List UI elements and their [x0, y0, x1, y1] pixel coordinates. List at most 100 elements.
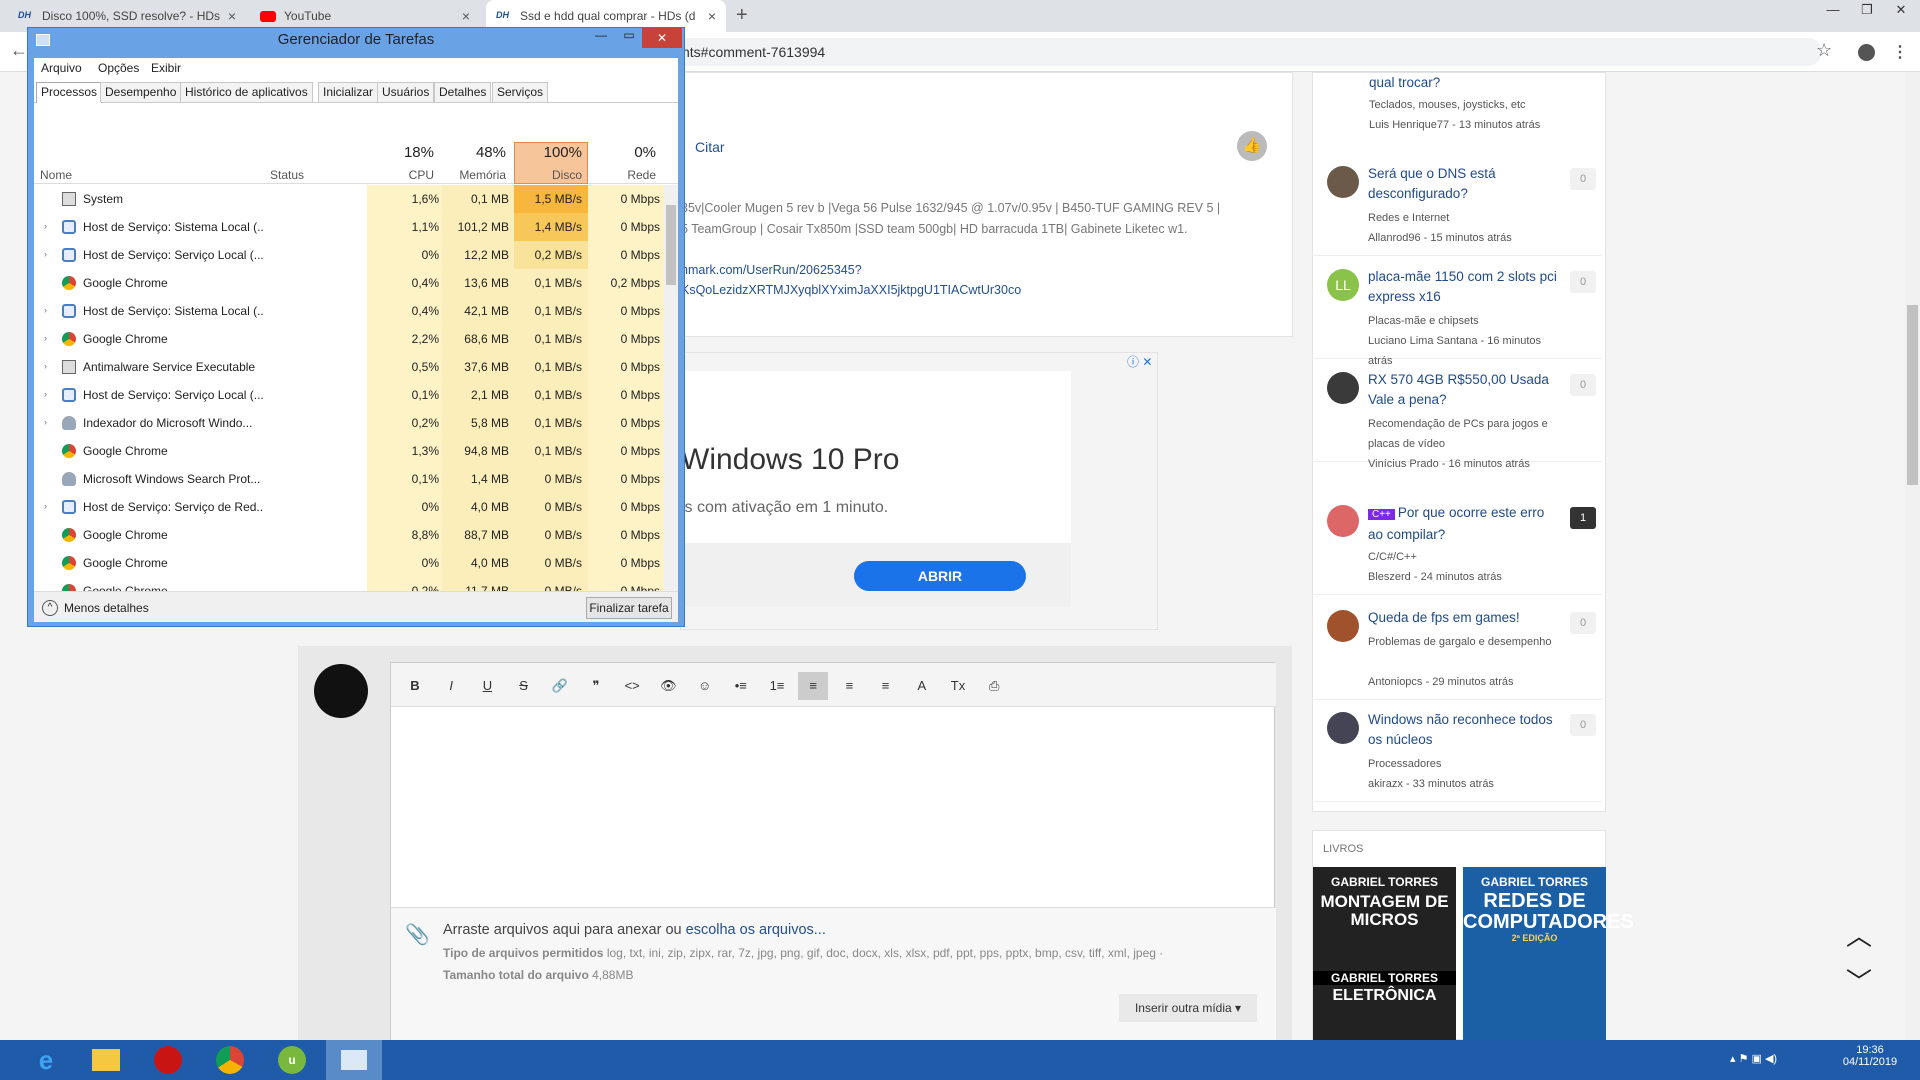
expand-chevron-icon[interactable]: › [44, 221, 47, 231]
topic-title[interactable]: C++ Por que ocorre este erro ao compilar? [1368, 503, 1558, 545]
system-tray-icons[interactable]: ▴ ⚑ ▣ ◀) [1730, 1052, 1777, 1065]
col-disk[interactable]: Disco [514, 168, 582, 182]
book-cover-redes[interactable]: GABRIEL TORRES REDES DE COMPUTADORES 2ª … [1463, 867, 1634, 1041]
topic-title[interactable]: qual trocar? [1369, 75, 1440, 90]
maximize-button[interactable]: ▭ [616, 28, 642, 42]
scrollbar-thumb[interactable] [1907, 305, 1918, 485]
process-row[interactable]: Microsoft Windows Search Prot... 0,1% 1,4 … [34, 465, 664, 493]
tab-close-icon[interactable]: × [228, 8, 236, 24]
process-row[interactable]: › Host de Serviço: Serviço Local (... 0,1%… [34, 381, 664, 409]
col-name[interactable]: Nome [40, 168, 72, 182]
page-scrollbar[interactable] [1905, 72, 1920, 1040]
restore-button[interactable]: ❐ [1852, 2, 1882, 18]
scroll-down-icon[interactable]: ﹀ [1846, 962, 1872, 999]
link-button[interactable]: 🔗 [545, 672, 575, 700]
process-row[interactable]: Google Chrome 0% 4,0 MB 0 MB/s 0 Mbps [34, 549, 664, 577]
topic-title[interactable]: placa-mãe 1150 com 2 slots pci express x… [1368, 267, 1558, 307]
tab-close-icon[interactable]: × [708, 8, 716, 24]
topic-title[interactable]: Será que o DNS está desconfigurado? [1368, 164, 1558, 204]
insert-media-button[interactable]: Inserir outra mídia ▾ [1119, 994, 1257, 1022]
cite-button[interactable]: Citar [695, 139, 725, 155]
tab-usuarios[interactable]: Usuários [377, 82, 435, 102]
process-row[interactable]: › Host de Serviço: Sistema Local (... 0,4%… [34, 297, 664, 325]
align-center-button[interactable]: ≡ [834, 672, 864, 700]
quote-button[interactable]: ❞ [581, 672, 611, 700]
avatar[interactable] [1327, 166, 1359, 198]
topic-title[interactable]: Queda de fps em games! [1368, 608, 1558, 628]
process-row[interactable]: › Antimalware Service Executable 0,5% 37,6 … [34, 353, 664, 381]
ad-banner[interactable]: Windows 10 Pro is com ativação em 1 minu… [681, 371, 1071, 607]
avatar[interactable] [1327, 610, 1359, 642]
process-row[interactable]: System 1,6% 0,1 MB 1,5 MB/s 0 Mbps [34, 185, 664, 213]
browser-menu-icon[interactable]: ⋮ [1892, 42, 1908, 62]
signature-link-2[interactable]: KsQoLezidzXRTMJXyqblXYximJaXXI5jktpgU1TI… [681, 283, 1021, 297]
bullet-list-button[interactable]: •≡ [726, 672, 756, 700]
ad-open-button[interactable]: ABRIR [854, 561, 1026, 591]
sidebar-topic[interactable]: C++ Por que ocorre este erro ao compilar?… [1312, 493, 1602, 595]
chrome-icon[interactable] [202, 1040, 258, 1080]
minimize-button[interactable]: — [1818, 2, 1848, 17]
bookmark-star-icon[interactable]: ☆ [1816, 40, 1832, 61]
emoji-button[interactable]: ☺ [690, 672, 720, 700]
less-details-link[interactable]: Menos detalhes [64, 601, 149, 615]
strikethrough-button[interactable]: S [509, 672, 539, 700]
sidebar-topic[interactable]: Queda de fps em games! Problemas de garga… [1312, 598, 1602, 700]
close-button[interactable]: ✕ [642, 28, 682, 48]
tab-desempenho[interactable]: Desempenho [100, 82, 182, 102]
avatar[interactable] [1327, 372, 1359, 404]
underline-button[interactable]: U [472, 672, 502, 700]
menu-opcoes[interactable]: Opções [98, 61, 139, 75]
sidebar-topic[interactable]: Windows não reconhece todos os núcleos Pr… [1312, 700, 1602, 802]
tab-close-icon[interactable]: × [462, 8, 470, 24]
topic-forum[interactable]: Placas-mãe e chipsets [1368, 311, 1568, 331]
like-icon[interactable]: 👍 [1237, 131, 1267, 161]
topic-title[interactable]: RX 570 4GB R$550,00 Usada Vale a pena? [1368, 370, 1558, 410]
topic-forum[interactable]: Problemas de gargalo e desempenho [1368, 632, 1568, 652]
col-memory[interactable]: Memória [438, 168, 506, 182]
signature-link-1[interactable]: hmark.com/UserRun/20625345? [681, 263, 862, 277]
task-manager-taskbar-icon[interactable] [326, 1040, 382, 1080]
avatar[interactable] [1327, 712, 1359, 744]
align-left-button[interactable]: ≡ [798, 672, 829, 700]
file-explorer-icon[interactable] [78, 1040, 134, 1080]
clear-format-button[interactable]: Tx [943, 672, 973, 700]
back-button[interactable]: ← [10, 40, 28, 61]
col-network[interactable]: Rede [590, 168, 656, 182]
clock[interactable]: 19:36 04/11/2019 [1830, 1044, 1910, 1068]
align-right-button[interactable]: ≡ [871, 672, 901, 700]
end-task-button[interactable]: Finalizar tarefa [586, 597, 672, 619]
sidebar-topic[interactable]: RX 570 4GB R$550,00 Usada Vale a pena? Re… [1312, 360, 1602, 470]
new-tab-button[interactable]: + [736, 4, 748, 27]
minimize-button[interactable]: — [588, 28, 614, 42]
scroll-up-icon[interactable]: ︿ [1846, 916, 1872, 953]
choose-files-link[interactable]: escolha os arquivos... [686, 922, 826, 938]
expand-chevron-icon[interactable]: › [44, 417, 47, 427]
topic-forum[interactable]: Redes e Internet [1368, 208, 1568, 228]
book-cover-montagem[interactable]: GABRIEL TORRES MONTAGEM DE MICROS GABRIE… [1313, 867, 1456, 1041]
spoiler-button[interactable]: 👁 [653, 672, 683, 700]
code-button[interactable]: <> [617, 672, 647, 700]
process-row[interactable]: › Host de Serviço: Serviço de Red... 0% 4,0… [34, 493, 664, 521]
process-row[interactable]: › Host de Serviço: Sistema Local (... 1,1%… [34, 213, 664, 241]
expand-chevron-icon[interactable]: › [44, 501, 47, 511]
bold-button[interactable]: B [400, 672, 430, 700]
process-list-scrollbar[interactable] [664, 185, 678, 591]
tab-inicializar[interactable]: Inicializar [318, 82, 379, 102]
topic-forum[interactable]: Processadores [1368, 754, 1568, 774]
sidebar-topic[interactable]: Será que o DNS está desconfigurado? Redes… [1312, 154, 1602, 256]
utorrent-icon[interactable]: u [264, 1040, 320, 1080]
numbered-list-button[interactable]: 1≡ [762, 672, 792, 700]
process-row[interactable]: Google Chrome 0,2% 11,7 MB 0 MB/s 0 Mbps [34, 577, 664, 591]
text-color-button[interactable]: A [907, 672, 937, 700]
topic-forum[interactable]: Recomendação de PCs para jogos e placas … [1368, 414, 1568, 454]
process-row[interactable]: Google Chrome 0,4% 13,6 MB 0,1 MB/s 0,2 Mbps [34, 269, 664, 297]
expand-chevron-icon[interactable]: › [44, 249, 47, 259]
tab-servicos[interactable]: Serviços [492, 82, 549, 102]
expand-chevron-icon[interactable]: › [44, 333, 47, 343]
preview-button[interactable]: ⎙ [979, 672, 1009, 700]
topic-forum[interactable]: C/C#/C++ [1368, 547, 1568, 567]
process-row[interactable]: › Indexador do Microsoft Windo... 0,2% 5,8 … [34, 409, 664, 437]
process-row[interactable]: › Google Chrome 2,2% 68,6 MB 0,1 MB/s 0 Mbps [34, 325, 664, 353]
menu-exibir[interactable]: Exibir [151, 61, 181, 75]
profile-icon[interactable] [1858, 44, 1875, 61]
